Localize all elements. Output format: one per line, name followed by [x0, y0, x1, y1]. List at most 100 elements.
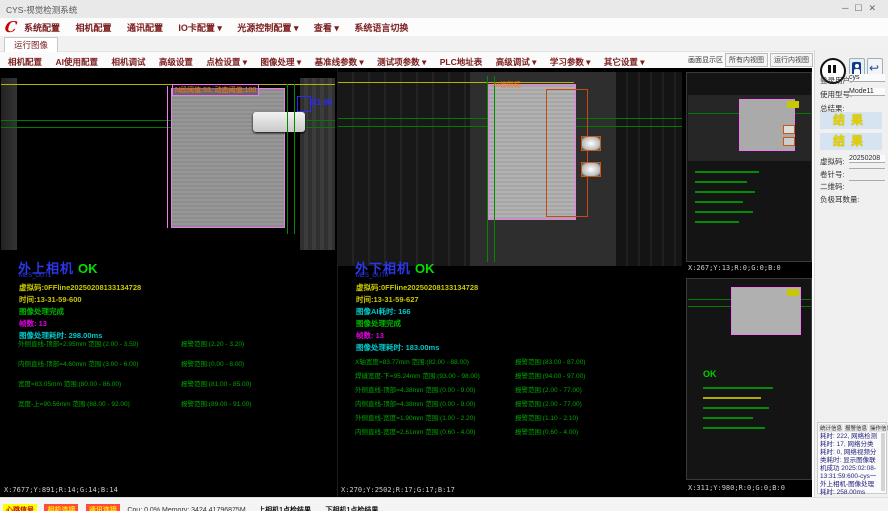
left-frame-count: 帧数: 13	[19, 318, 47, 329]
left-barcode: 虚拟码:0FFline20250208133134728	[19, 282, 141, 293]
main-area: R1.98 N段阈值:93, 动态阈值:100 外上相机OK MES_OUT1 …	[0, 68, 812, 497]
part-outline-line	[167, 86, 168, 228]
menu-camera-config[interactable]: 相机配置	[75, 19, 111, 37]
measure-value: 内侧直线-顶部=4.60mm 范围:(3.00 - 6.00)	[18, 361, 138, 368]
close-icon[interactable]: ✕	[868, 3, 882, 13]
tiny-text-overlay	[695, 201, 743, 203]
tab-stats-info[interactable]: 统计信息	[819, 424, 843, 432]
alarm-range: 报警范围:(89.00 - 91.00)	[181, 398, 251, 408]
tiny-text-overlay	[703, 387, 773, 389]
app-logo-icon: C	[4, 18, 18, 36]
alarm-range: 报警范围:(94.00 - 97.00)	[515, 370, 585, 380]
result-badge-bottom: 结果	[820, 133, 882, 150]
info-block: 统计信息报警信息操作信息 耗时: 222, 网络检测耗时: 17, 网络分类耗时…	[817, 422, 887, 494]
measurement-row: 宽度=83.05mm 范围:(80.00 - 86.00) 报警范围:(81.0…	[18, 378, 121, 388]
tiny-text-overlay	[703, 407, 769, 409]
baseline-yellow-line	[338, 82, 574, 83]
qr-code-value[interactable]	[849, 180, 885, 181]
tab-alarm-info[interactable]: 报警信息	[844, 424, 868, 432]
center-image-structure	[338, 72, 470, 266]
tiny-text-overlay	[695, 181, 747, 183]
alarm-range: 报警范围:(0.00 - 8.00)	[181, 358, 244, 368]
center-barcode: 虚拟码:0FFline20250208133134728	[356, 282, 478, 293]
tab-run-image[interactable]: 运行图像	[4, 37, 58, 52]
minimize-icon[interactable]: ─	[842, 3, 854, 13]
info-scrollbar[interactable]	[881, 433, 885, 491]
weld-spot	[581, 162, 601, 177]
measurement-row: X轴宽度=83.77mm 范围:(82.00 - 88.00) 报警范围:(83…	[355, 356, 469, 366]
alarm-range: 报警范围:(2.20 - 3.20)	[181, 338, 244, 348]
tiny-text-overlay	[695, 221, 739, 223]
tiny-text-overlay	[703, 397, 761, 399]
measurement-row: 焊缝宽度-下=95.24mm 范围:(93.00 - 98.00) 报警范围:(…	[355, 370, 480, 380]
aux-top-view[interactable]	[686, 72, 812, 262]
measure-green-vline	[294, 84, 295, 234]
tab-run-innerview[interactable]: 运行内视图	[770, 53, 813, 67]
measure-green-vline	[487, 76, 488, 262]
login-user-label: 登录用户:	[820, 75, 852, 86]
ai-overlay-label: AI检测框	[493, 80, 521, 90]
center-ai-time: 图像AI耗时: 166	[356, 306, 411, 317]
needle-number-value[interactable]	[849, 168, 885, 169]
menu-items: 系统配置 相机配置 通讯配置 IO卡配置 ▾ 光源控制配置 ▾ 查看 ▾ 系统语…	[24, 18, 419, 37]
threshold-overlay-label: N段阈值:93, 动态阈值:100	[172, 84, 259, 96]
tiny-text-overlay	[695, 191, 755, 193]
menu-io-config[interactable]: IO卡配置 ▾	[178, 19, 222, 37]
aux-top-cursor-coords: X:267;Y:13;R:0;G:0;B:0	[688, 264, 781, 272]
alarm-range: 报警范围:(1.10 - 2.10)	[515, 412, 578, 422]
left-mes-label: MES_OUT1	[19, 273, 51, 279]
tab-all-innerview[interactable]: 所有内视图	[725, 53, 768, 67]
model-value[interactable]: Mode11	[849, 88, 885, 96]
alarm-range: 报警范围:(0.60 - 4.00)	[515, 426, 578, 436]
menu-bar: C 系统配置 相机配置 通讯配置 IO卡配置 ▾ 光源控制配置 ▾ 查看 ▾ 系…	[0, 18, 888, 36]
measure-value: 外侧直线-宽度=1.90mm 范围:(1.00 - 2.20)	[355, 415, 475, 422]
tiny-text-overlay	[695, 171, 759, 173]
window-title: CYS-视觉检测系统	[6, 4, 77, 16]
measure-value: 内侧直线-顶部=4.38mm 范围:(0.00 - 9.00)	[355, 401, 475, 408]
measure-value: 外侧直线-顶部=4.38mm 范围:(0.00 - 9.00)	[355, 387, 475, 394]
tab-operation-info[interactable]: 操作信息	[869, 424, 888, 432]
login-user-value[interactable]: cys	[849, 74, 885, 82]
measurement-row: 内侧直线-顶部=4.60mm 范围:(3.00 - 6.00) 报警范围:(0.…	[18, 358, 138, 368]
measure-value: 宽度=83.05mm 范围:(80.00 - 86.00)	[18, 381, 121, 388]
aux-bottom-view[interactable]: OK	[686, 278, 812, 480]
menu-comm-config[interactable]: 通讯配置	[127, 19, 163, 37]
app-window: CYS-视觉检测系统 ─☐✕ C 系统配置 相机配置 通讯配置 IO卡配置 ▾ …	[0, 0, 888, 522]
measurement-row: 外侧直线-顶部=2.95mm 范围:(2.00 - 3.50) 报警范围:(2.…	[18, 338, 138, 348]
left-image-edge-band	[1, 78, 17, 250]
window-controls: ─☐✕	[842, 3, 882, 14]
measure-value: 内侧直线-宽度=2.61mm 范围:(0.60 - 4.00)	[355, 429, 475, 436]
menu-view[interactable]: 查看 ▾	[314, 19, 339, 37]
alarm-range: 报警范围:(81.00 - 85.00)	[181, 378, 251, 388]
measure-green-vline	[494, 76, 495, 262]
left-cursor-coords: X:7677;Y:891;R:14;G:14;B:14	[4, 486, 118, 494]
left-camera-view[interactable]: R1.98 N段阈值:93, 动态阈值:100 外上相机OK MES_OUT1 …	[1, 68, 335, 497]
aux-view-tabs: 画面显示区所有内视图运行内视图	[686, 53, 815, 67]
aux-ok-status: OK	[703, 369, 717, 379]
center-camera-view[interactable]: AI检测框 外下相机OK MES_OUT0 虚拟码:0FFline2025020…	[337, 68, 682, 497]
maximize-icon[interactable]: ☐	[854, 3, 868, 13]
center-image-structure	[616, 72, 682, 266]
virtual-code-value[interactable]: 20250208	[849, 155, 885, 163]
center-process-time: 图像处理耗时: 183.00ms	[356, 342, 439, 353]
aux-bottom-cursor-coords: X:311;Y:980;R:0;G:0;B:0	[688, 484, 785, 492]
menu-language-switch[interactable]: 系统语言切换	[354, 19, 408, 37]
weld-spot	[581, 136, 601, 151]
needle-number-label: 卷针号:	[820, 169, 845, 180]
center-ok-status: OK	[415, 261, 435, 276]
info-log-text: 耗时: 222, 网络检测耗时: 17, 网络分类耗时: 0, 网络视频分类耗时…	[820, 433, 878, 497]
measurement-row: 宽度-上=90.56mm 范围:(88.00 - 92.00) 报警范围:(89…	[18, 398, 130, 408]
weld-spot-mini	[783, 125, 795, 134]
baseline-yellow-line	[1, 84, 335, 85]
measure-value: 焊缝宽度-下=95.24mm 范围:(93.00 - 98.00)	[355, 373, 480, 380]
title-bar: CYS-视觉检测系统 ─☐✕	[0, 0, 888, 19]
menu-system-config[interactable]: 系统配置	[24, 19, 60, 37]
measure-value: 宽度-上=90.56mm 范围:(88.00 - 92.00)	[18, 401, 130, 408]
center-cursor-coords: X:270;Y:2502;R:17;G:17;B:17	[341, 486, 455, 494]
pause-icon	[828, 65, 831, 73]
tab-connector-blob	[253, 112, 305, 132]
virtual-code-label: 虚拟码:	[820, 156, 845, 167]
center-frame-count: 帧数: 13	[356, 330, 384, 341]
menu-light-config[interactable]: 光源控制配置 ▾	[237, 19, 298, 37]
qr-code-label: 二维码:	[820, 181, 845, 192]
